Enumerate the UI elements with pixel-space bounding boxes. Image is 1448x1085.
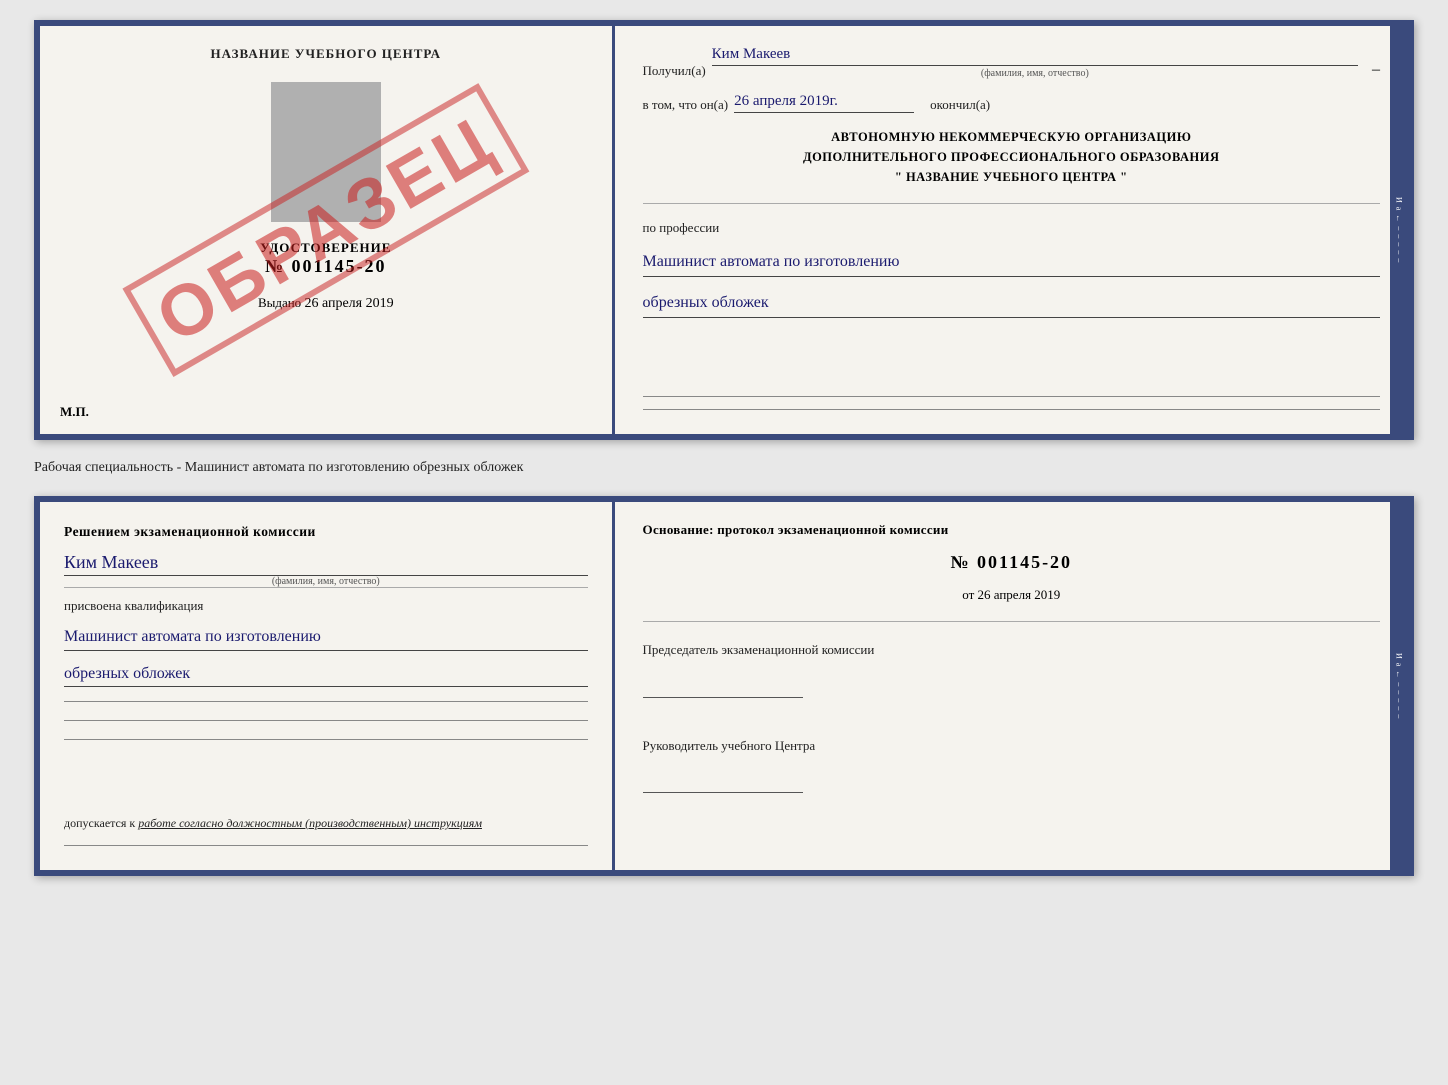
person-name-top: Ким Макеев (712, 46, 1358, 66)
document-container: НАЗВАНИЕ УЧЕБНОГО ЦЕНТРА УДОСТОВЕРЕНИЕ №… (34, 20, 1414, 876)
name-sublabel-top: (фамилия, имя, отчество) (712, 68, 1358, 79)
chairman-label: Председатель экзаменационной комиссии (643, 640, 1380, 660)
org-line3: " НАЗВАНИЕ УЧЕБНОГО ЦЕНТРА " (643, 167, 1380, 187)
profession-line1: Машинист автомата по изготовлению (643, 250, 1380, 277)
bottom-doc-spine: И а ← – – – – – (1390, 502, 1408, 870)
qualification-line1: Машинист автомата по изготовлению (64, 624, 588, 651)
in-that-label: в том, что он(а) (643, 97, 729, 113)
finished-label: окончил(а) (930, 97, 990, 113)
top-doc-spine: И а ← – – – – – (1390, 26, 1408, 434)
osnov-title: Основание: протокол экзаменационной коми… (643, 522, 1380, 538)
separator-label: Рабочая специальность - Машинист автомат… (34, 456, 1414, 480)
photo-placeholder (271, 82, 381, 222)
bottom-doc-right: Основание: протокол экзаменационной коми… (615, 502, 1408, 870)
in-that-row: в том, что он(а) 26 апреля 2019г. окончи… (643, 93, 1380, 113)
org-line1: АВТОНОМНУЮ НЕКОММЕРЧЕСКУЮ ОРГАНИЗАЦИЮ (643, 127, 1380, 147)
bottom-blank-1 (64, 701, 588, 702)
protocol-date-prefix: от (962, 587, 974, 602)
bottom-blank-4 (64, 845, 588, 846)
director-sign-line (643, 773, 803, 793)
org-line2: ДОПОЛНИТЕЛЬНОГО ПРОФЕССИОНАЛЬНОГО ОБРАЗО… (643, 147, 1380, 167)
issued-date: 26 апреля 2019 (304, 296, 393, 311)
bottom-document: Решением экзаменационной комиссии Ким Ма… (34, 496, 1414, 876)
issued-label: Выдано (258, 295, 301, 310)
bottom-doc-left: Решением экзаменационной комиссии Ким Ма… (40, 502, 615, 870)
issued-line: Выдано 26 апреля 2019 (258, 295, 394, 312)
mp-label: М.П. (60, 404, 89, 420)
top-document: НАЗВАНИЕ УЧЕБНОГО ЦЕНТРА УДОСТОВЕРЕНИЕ №… (34, 20, 1414, 440)
blank-line-2 (643, 409, 1380, 410)
допускается-line: допускается к работе согласно должностны… (64, 816, 588, 831)
person-name-bottom: Ким Макеев (64, 552, 588, 576)
komissia-title: Решением экзаменационной комиссии (64, 522, 588, 542)
bottom-blank-3 (64, 739, 588, 740)
protocol-date-value: 26 апреля 2019 (978, 587, 1061, 602)
cert-number-box: УДОСТОВЕРЕНИЕ № 001145-20 (260, 240, 391, 277)
cert-label: УДОСТОВЕРЕНИЕ (260, 240, 391, 256)
top-doc-right: Получил(а) Ким Макеев (фамилия, имя, отч… (615, 26, 1408, 434)
assigned-label: присвоена квалификация (64, 598, 588, 614)
bottom-blank-2 (64, 720, 588, 721)
spine-text: И а ← – – – – – (1395, 197, 1404, 263)
protocol-date: от 26 апреля 2019 (643, 587, 1380, 603)
profession-line2: обрезных обложек (643, 291, 1380, 318)
received-label: Получил(а) (643, 63, 706, 79)
top-doc-left: НАЗВАНИЕ УЧЕБНОГО ЦЕНТРА УДОСТОВЕРЕНИЕ №… (40, 26, 615, 434)
profession-label: по профессии (643, 220, 1380, 236)
received-row: Получил(а) Ким Макеев (фамилия, имя, отч… (643, 46, 1380, 79)
qualification-line2: обрезных обложек (64, 661, 588, 688)
chairman-sign-line (643, 678, 803, 698)
допускается-prefix: допускается к (64, 816, 135, 830)
name-sublabel-bottom: (фамилия, имя, отчество) (64, 576, 588, 588)
director-label: Руководитель учебного Центра (643, 736, 1380, 756)
blank-line-1 (643, 396, 1380, 397)
dash-1: – (1372, 61, 1380, 79)
training-center-title: НАЗВАНИЕ УЧЕБНОГО ЦЕНТРА (211, 46, 442, 62)
org-block: АВТОНОМНУЮ НЕКОММЕРЧЕСКУЮ ОРГАНИЗАЦИЮ ДО… (643, 127, 1380, 187)
completion-date: 26 апреля 2019г. (734, 93, 914, 113)
cert-number: № 001145-20 (260, 256, 391, 277)
protocol-number: № 001145-20 (643, 552, 1380, 573)
допускается-text: работе согласно должностным (производств… (138, 816, 482, 830)
spine-text-bottom: И а ← – – – – – (1395, 653, 1404, 719)
